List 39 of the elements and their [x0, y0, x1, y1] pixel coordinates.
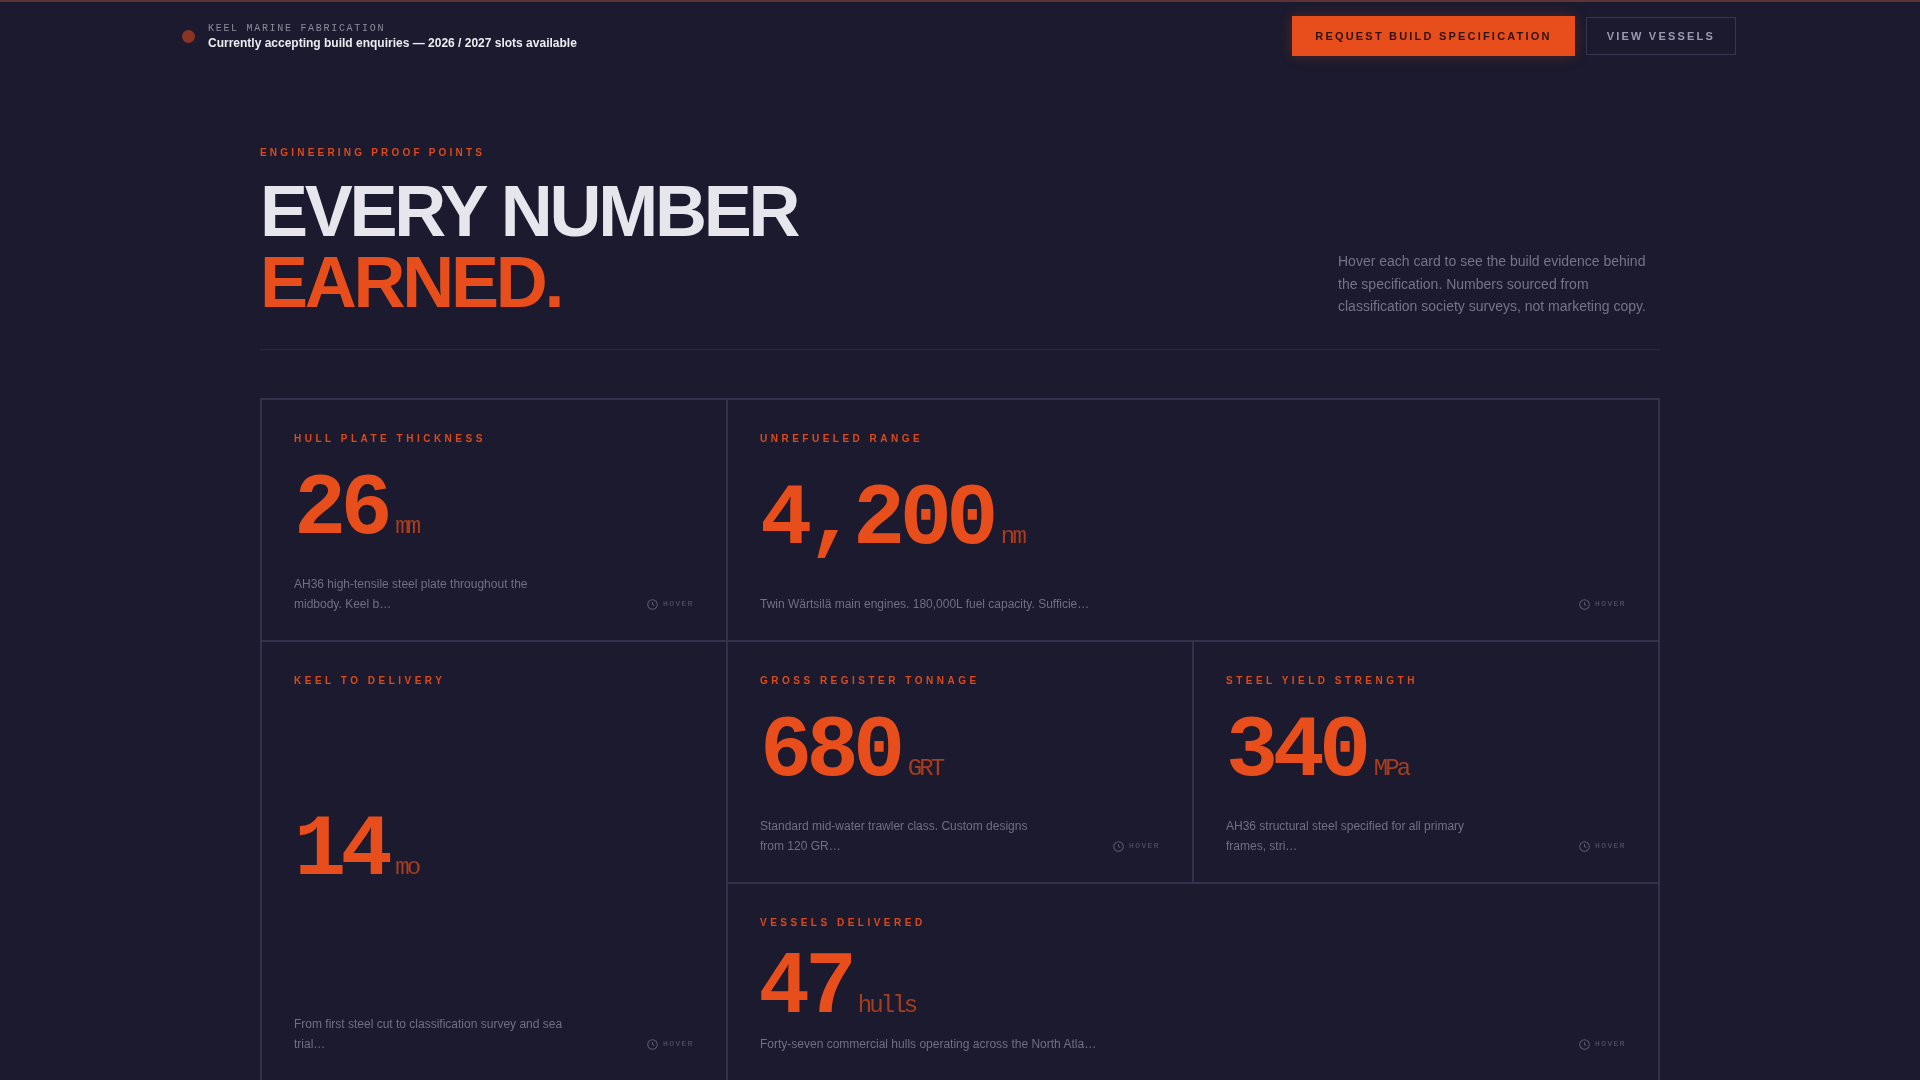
metric-unit: MPa	[1373, 756, 1410, 781]
metric-unit: mm	[395, 514, 420, 539]
metric-label: HULL PLATE THICKNESS	[294, 432, 487, 446]
metric-unit: GRT	[907, 756, 944, 781]
metric-description: Forty-seven commercial hulls operating across the North Atla…	[760, 1036, 1097, 1053]
metric-label: VESSELS DELIVERED	[760, 916, 927, 930]
request-spec-button[interactable]: REQUEST BUILD SPECIFICATION	[1292, 16, 1575, 56]
clock-icon	[1579, 1038, 1590, 1050]
metric-unit: nm	[1000, 524, 1026, 549]
metric-description: Standard mid-water trawler class. Custom designs from 120 GR…	[760, 818, 1029, 855]
headline-accent: EARNED.	[260, 247, 563, 318]
brand-name: KEEL MARINE FABRICATION	[208, 21, 387, 35]
status-dot-icon	[182, 29, 195, 43]
status-text: Currently accepting build enquiries — 2026 / 2027 slots available	[208, 35, 577, 51]
metric-label: GROSS REGISTER TONNAGE	[760, 674, 981, 688]
clock-icon	[1579, 840, 1590, 852]
metric-value: 26	[294, 466, 389, 554]
intro-note: Hover each card to see the build evidence behind the specification. Numbers sourced from classification society surveys, not marketing copy.	[1338, 251, 1647, 317]
section-eyebrow: ENGINEERING PROOF POINTS	[260, 146, 487, 160]
metric-description: AH36 structural steel specified for all primary frames, stri…	[1226, 818, 1466, 855]
metric-description: AH36 high-tensile steel plate throughout the midbody. Keel b…	[294, 576, 529, 613]
metric-label: STEEL YIELD STRENGTH	[1226, 674, 1419, 688]
metric-value: 340	[1226, 708, 1368, 796]
metric-value: 47	[760, 939, 855, 1025]
metric-value: 680	[760, 708, 902, 796]
metric-label: UNREFUELED RANGE	[760, 432, 925, 446]
clock-icon	[1579, 598, 1590, 610]
metric-value: 14	[294, 807, 389, 895]
clock-icon	[1113, 840, 1124, 852]
metric-label: KEEL TO DELIVERY	[294, 674, 447, 688]
metric-value: 4,200	[760, 476, 995, 564]
clock-icon	[647, 1038, 658, 1050]
metric-unit: mo	[395, 855, 420, 880]
clock-icon	[647, 598, 658, 610]
view-vessels-button[interactable]: VIEW VESSELS	[1585, 17, 1736, 55]
metric-description: From first steel cut to classification survey and sea trial…	[294, 1016, 564, 1053]
metric-description: Twin Wärtsilä main engines. 180,000L fuel capacity. Sufficie…	[760, 596, 1090, 613]
headline-text: EVERY NUMBER	[260, 176, 798, 247]
metric-unit: hulls	[857, 994, 917, 1018]
